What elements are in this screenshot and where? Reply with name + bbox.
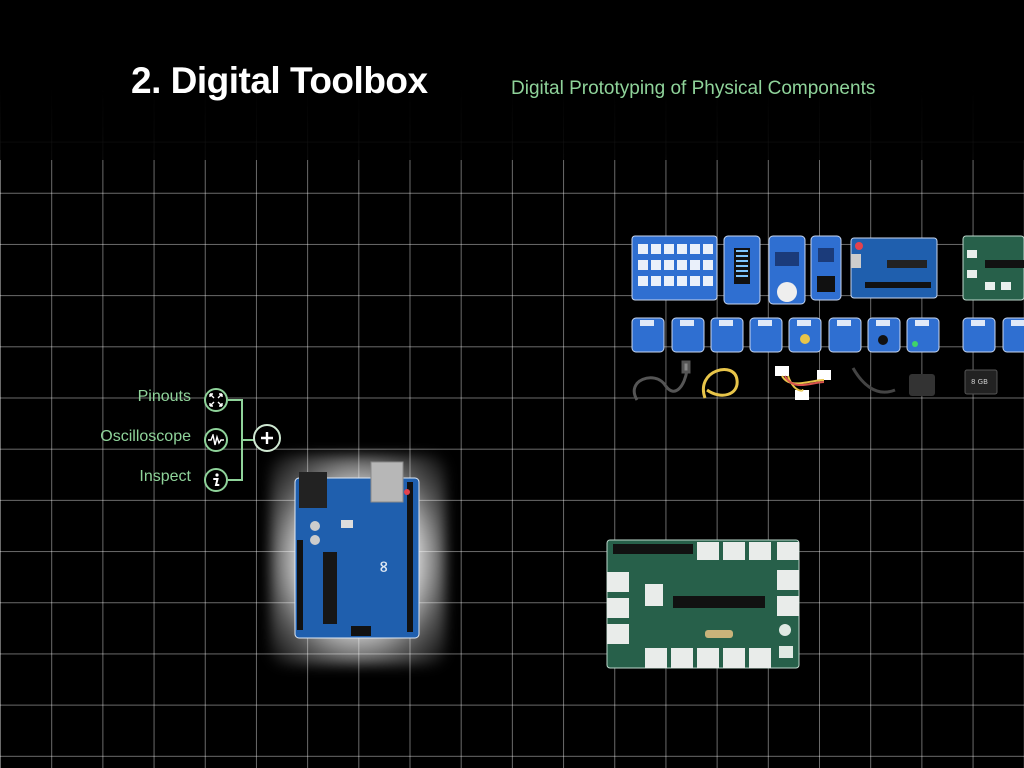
page-subtitle: Digital Prototyping of Physical Componen… bbox=[511, 78, 876, 99]
arduino-board-thumbnail[interactable] bbox=[850, 237, 938, 299]
module-led bbox=[912, 341, 918, 347]
grove-led-bar-module[interactable] bbox=[723, 235, 761, 305]
raspberry-pi-hat-thumbnail[interactable] bbox=[962, 235, 1024, 301]
tool-label-pinouts: Pinouts bbox=[137, 388, 191, 405]
waveform-icon bbox=[208, 434, 224, 446]
grove-buzzer-module[interactable] bbox=[768, 235, 806, 305]
grove-base-shield[interactable] bbox=[631, 235, 718, 301]
raspberry-pi-hat-board[interactable] bbox=[605, 538, 801, 672]
ethernet-cable[interactable] bbox=[701, 368, 739, 399]
power-supply[interactable] bbox=[851, 367, 935, 396]
tool-label-oscilloscope: Oscilloscope bbox=[100, 428, 191, 445]
svg-text:8 GB: 8 GB bbox=[971, 378, 988, 386]
expand-arrows-icon bbox=[209, 393, 223, 407]
add-tool-button[interactable] bbox=[253, 424, 281, 452]
digital-header bbox=[407, 482, 413, 632]
pinouts-button[interactable] bbox=[204, 388, 228, 412]
grove-cables[interactable] bbox=[775, 366, 831, 400]
page-title: 2. Digital Toolbox bbox=[131, 60, 428, 101]
uno-logo: ∞ bbox=[375, 560, 394, 573]
power-jack bbox=[299, 472, 327, 508]
inspect-button[interactable] bbox=[204, 468, 228, 492]
grove-sensor-board[interactable] bbox=[810, 235, 842, 301]
svg-text:∞: ∞ bbox=[375, 560, 394, 573]
sd-card[interactable]: 8 GB bbox=[964, 369, 998, 395]
usb-port bbox=[370, 461, 404, 503]
usb-cable[interactable] bbox=[632, 360, 691, 401]
hat-chip bbox=[673, 596, 765, 608]
module-sensor bbox=[878, 335, 888, 345]
arduino-uno-board[interactable]: ∞ bbox=[293, 460, 421, 640]
component-palette: 8 GB bbox=[631, 235, 1024, 401]
microcontroller-chip bbox=[323, 552, 337, 624]
gpio-header bbox=[613, 544, 693, 554]
oscilloscope-button[interactable] bbox=[204, 428, 228, 452]
module-sensor bbox=[800, 334, 810, 344]
plus-icon bbox=[261, 432, 273, 444]
info-icon bbox=[213, 473, 220, 486]
power-header bbox=[297, 540, 303, 630]
tool-label-inspect: Inspect bbox=[139, 468, 191, 485]
